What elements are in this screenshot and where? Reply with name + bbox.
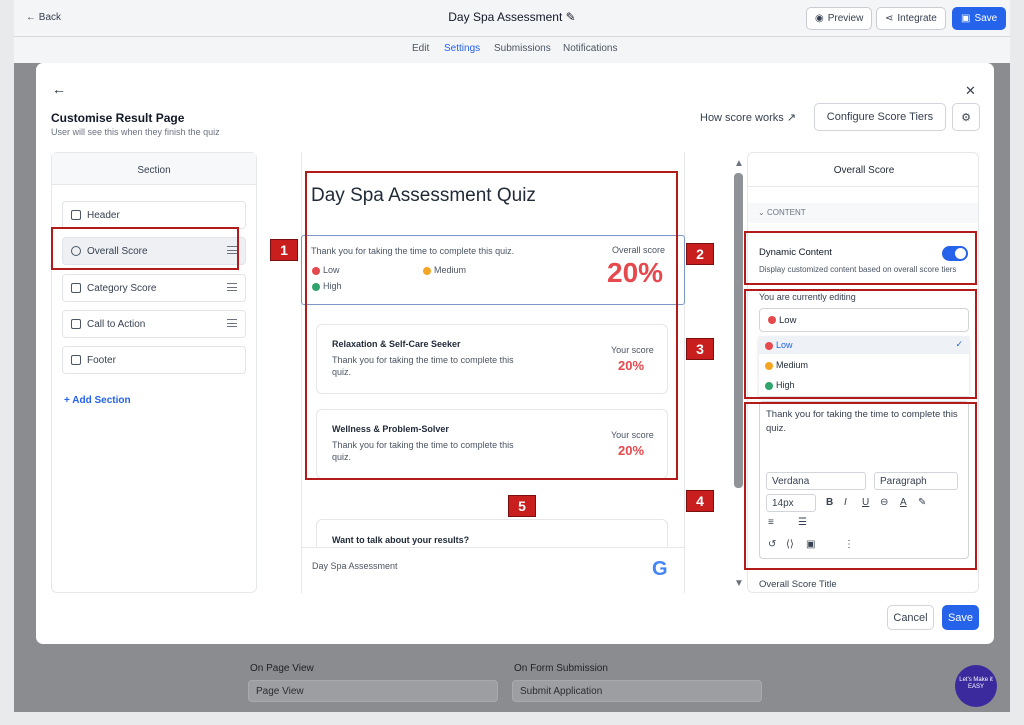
marker-2: 2 bbox=[686, 243, 714, 265]
section-item-category-score[interactable]: Category Score bbox=[62, 274, 246, 302]
section-label: Header bbox=[87, 209, 120, 221]
share-icon: ⋖ bbox=[885, 13, 894, 24]
section-item-footer[interactable]: Footer bbox=[62, 346, 246, 374]
footer-icon bbox=[71, 355, 81, 365]
drag-handle-icon[interactable] bbox=[227, 319, 237, 327]
configure-tiers-button[interactable]: Configure Score Tiers bbox=[814, 103, 946, 131]
add-section-button[interactable]: + Add Section bbox=[64, 395, 131, 406]
pencil-icon[interactable]: ✎ bbox=[566, 10, 576, 24]
section-panel: Section Header Overall Score Category Sc… bbox=[51, 152, 257, 593]
eye-icon: ◉ bbox=[815, 13, 824, 24]
cancel-button[interactable]: Cancel bbox=[887, 605, 934, 630]
megaphone-icon bbox=[71, 319, 81, 329]
annotation-box-1 bbox=[51, 227, 239, 270]
close-icon[interactable]: ✕ bbox=[965, 83, 976, 99]
top-bar: ← Back Day Spa Assessment ✎ ◉ Preview ⋖ In… bbox=[14, 0, 1010, 37]
section-header: Section bbox=[52, 153, 256, 185]
page-view-label: On Page View bbox=[250, 663, 314, 674]
arrow-left-icon[interactable]: ← bbox=[52, 81, 66, 97]
tab-submissions[interactable]: Submissions bbox=[494, 43, 551, 54]
content-header[interactable]: ⌄ CONTENT bbox=[748, 203, 978, 223]
content-label: CONTENT bbox=[766, 208, 806, 217]
tab-edit[interactable]: Edit bbox=[412, 43, 429, 54]
preview-footer: Day Spa Assessment G bbox=[302, 547, 684, 592]
tab-notifications[interactable]: Notifications bbox=[563, 43, 617, 54]
scrollbar-thumb[interactable] bbox=[734, 173, 743, 488]
preview-button[interactable]: ◉ Preview bbox=[806, 7, 873, 30]
scroll-up-icon[interactable]: ▲ bbox=[734, 158, 744, 169]
marker-4: 4 bbox=[686, 490, 714, 512]
cta-text: Want to talk about your results? bbox=[332, 535, 470, 545]
section-label: Footer bbox=[87, 354, 116, 366]
google-icon: G bbox=[652, 558, 668, 580]
right-panel-title: Overall Score bbox=[748, 153, 978, 187]
integrate-button[interactable]: ⋖ Integrate bbox=[876, 7, 946, 30]
page-view-select[interactable]: Page View bbox=[248, 680, 498, 702]
marker-5: 5 bbox=[508, 495, 536, 517]
customise-result-modal: ← ✕ Customise Result Page User will see … bbox=[36, 63, 994, 644]
section-item-call-to-action[interactable]: Call to Action bbox=[62, 310, 246, 338]
how-score-label: How score works bbox=[700, 112, 784, 124]
form-sub-select[interactable]: Submit Application bbox=[512, 680, 762, 702]
modal-title: Customise Result Page bbox=[51, 111, 185, 125]
annotation-box-5 bbox=[305, 171, 678, 480]
next-field-label: Overall Score Title bbox=[759, 579, 837, 590]
annotation-box-2 bbox=[744, 231, 977, 285]
how-score-link[interactable]: How score works ↗ bbox=[700, 111, 796, 124]
add-section-label: Add Section bbox=[72, 395, 131, 406]
save-top-button[interactable]: ▣ Save bbox=[952, 7, 1007, 30]
list-icon bbox=[71, 283, 81, 293]
marker-3: 3 bbox=[686, 338, 714, 360]
form-sub-label: On Form Submission bbox=[514, 663, 608, 674]
save-button[interactable]: Save bbox=[942, 605, 979, 630]
drag-handle-icon[interactable] bbox=[227, 283, 237, 291]
save-icon: ▣ bbox=[961, 13, 971, 24]
sliders-icon[interactable]: ⚙ bbox=[952, 103, 980, 131]
annotation-box-4 bbox=[744, 402, 977, 570]
footer-text: Day Spa Assessment bbox=[312, 561, 398, 571]
preview-label: Preview bbox=[827, 13, 864, 24]
section-item-header[interactable]: Header bbox=[62, 201, 246, 229]
section-label: Category Score bbox=[87, 282, 157, 294]
chevron-down-icon: ⌄ bbox=[758, 208, 765, 217]
section-label: Call to Action bbox=[87, 318, 146, 330]
modal-subtitle: User will see this when they finish the … bbox=[51, 127, 220, 137]
header-icon bbox=[71, 210, 81, 220]
scroll-down-icon[interactable]: ▼ bbox=[734, 578, 744, 589]
annotation-box-3 bbox=[744, 289, 977, 399]
watermark-badge: Let's Make it EASY bbox=[955, 665, 997, 707]
tab-bar: Edit Settings Submissions Notifications bbox=[14, 37, 1010, 63]
integrate-label: Integrate bbox=[897, 13, 937, 24]
title-text: Day Spa Assessment bbox=[448, 10, 563, 24]
external-link-icon: ↗ bbox=[786, 112, 797, 124]
tab-settings[interactable]: Settings bbox=[444, 43, 480, 54]
marker-1: 1 bbox=[270, 239, 298, 261]
save-top-label: Save bbox=[974, 13, 998, 24]
